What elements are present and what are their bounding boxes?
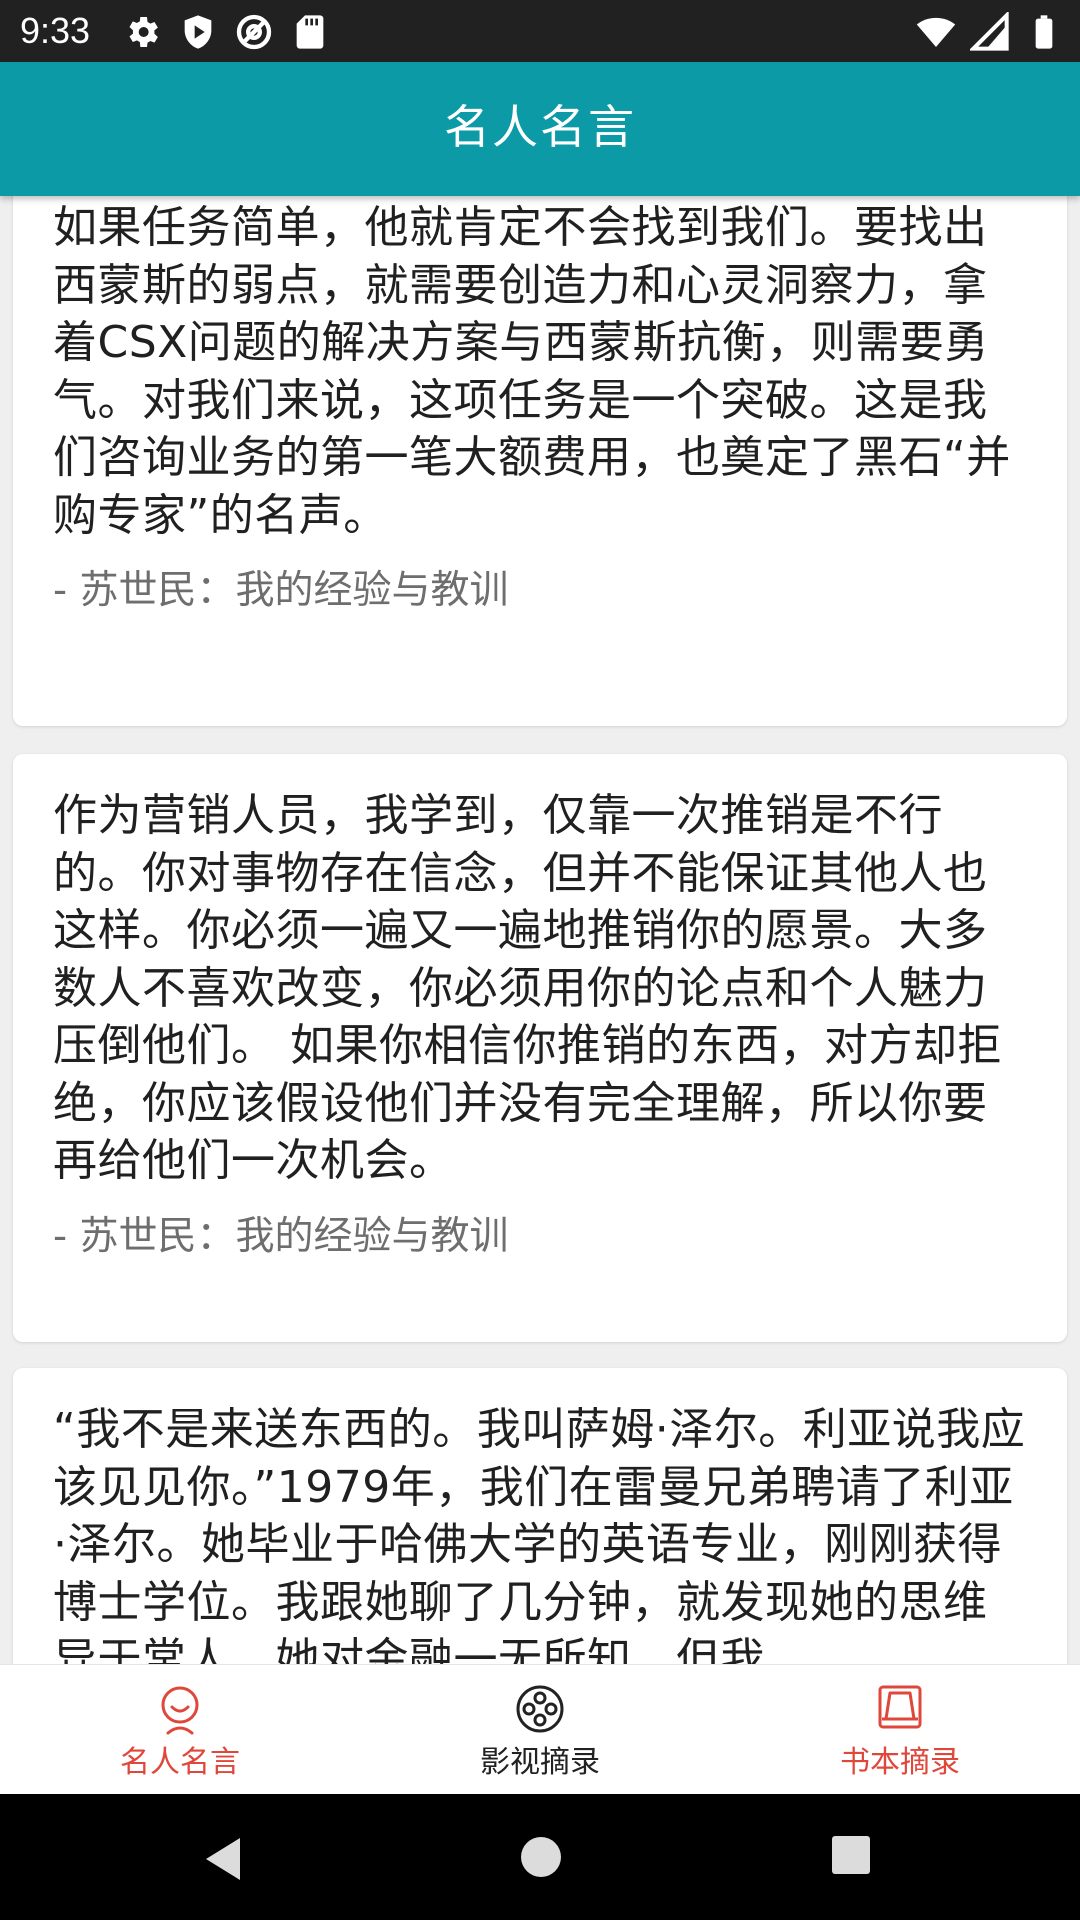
at-sign-icon (236, 14, 272, 50)
sd-card-icon (296, 15, 324, 49)
quote-text: 作为营销人员，我学到，仅靠一次推销是不行的。你对事物存在信念，但并不能保证其他人… (53, 790, 1002, 1186)
nav-item-quotes[interactable]: 名人名言 (0, 1665, 360, 1795)
shield-icon (184, 15, 212, 49)
back-icon[interactable] (200, 1834, 250, 1884)
status-bar: 9:33 (0, 0, 1080, 62)
wifi-icon (916, 17, 956, 47)
quote-card[interactable]: 如果任务简单，他就肯定不会找到我们。要找出西蒙斯的弱点，就需要创造力和心灵洞察力… (13, 196, 1067, 726)
status-time: 9:33 (20, 10, 91, 51)
quote-text: “我不是来送东西的。我叫萨姆·泽尔。利亚说我应该见见你。”1979年，我们在雷曼… (53, 1404, 1026, 1664)
battery-icon (1035, 15, 1053, 49)
nav-label: 书本摘录 (840, 1745, 960, 1780)
quote-card[interactable]: 作为营销人员，我学到，仅靠一次推销是不行的。你对事物存在信念，但并不能保证其他人… (13, 754, 1067, 1342)
nav-label: 影视摘录 (480, 1745, 600, 1780)
quote-list[interactable]: 如果任务简单，他就肯定不会找到我们。要找出西蒙斯的弱点，就需要创造力和心灵洞察力… (0, 196, 1080, 1664)
system-nav-bar (0, 1794, 1080, 1920)
quote-text: 如果任务简单，他就肯定不会找到我们。要找出西蒙斯的弱点，就需要创造力和心灵洞察力… (53, 202, 1011, 541)
quote-source: - 苏世民：我的经验与教训 (53, 1213, 509, 1259)
home-icon[interactable] (518, 1834, 564, 1880)
smile-face-icon (161, 1686, 199, 1735)
quote-card[interactable]: “我不是来送东西的。我叫萨姆·泽尔。利亚说我应该见见你。”1979年，我们在雷曼… (13, 1368, 1067, 1664)
nav-label: 名人名言 (120, 1745, 240, 1780)
quote-source: - 苏世民：我的经验与教训 (53, 568, 509, 613)
cell-signal-icon (970, 12, 1009, 51)
app-bar: 名人名言 (0, 62, 1080, 196)
recents-icon[interactable] (830, 1834, 872, 1876)
gear-icon (129, 17, 158, 47)
film-reel-icon (516, 1685, 564, 1733)
book-stand-icon (878, 1685, 922, 1729)
bottom-nav: 名人名言 影视摘录 书本摘录 (0, 1664, 1080, 1795)
nav-item-film[interactable]: 影视摘录 (360, 1665, 720, 1795)
page-title: 名人名言 (444, 100, 636, 154)
nav-item-books[interactable]: 书本摘录 (720, 1665, 1080, 1795)
